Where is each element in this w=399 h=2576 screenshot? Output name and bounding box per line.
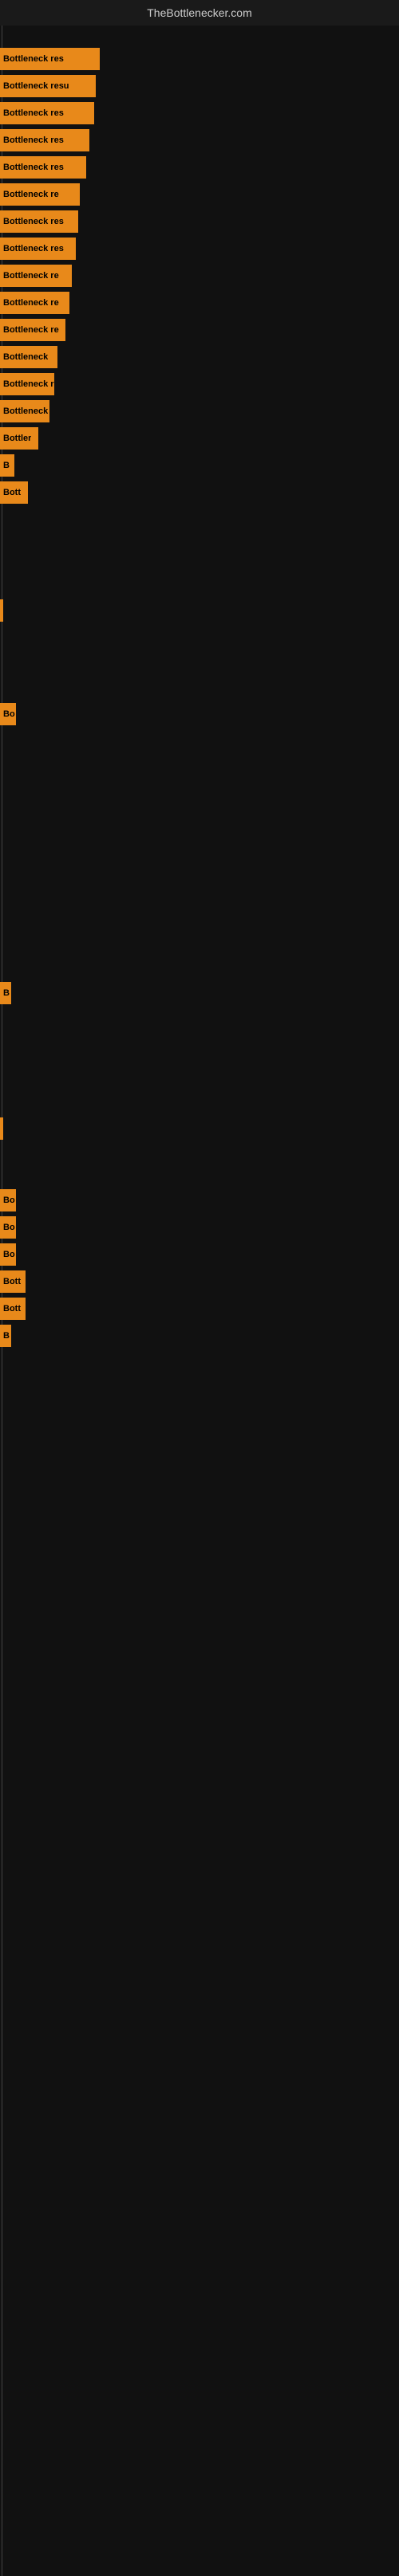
bar-item: Bottleneck res: [0, 102, 94, 124]
bar-item: B: [0, 982, 11, 1004]
bar-item: |: [0, 599, 3, 622]
bar-label: Bottleneck resu: [3, 81, 69, 91]
bar-item: Bo: [0, 703, 16, 725]
bar-item: Bo: [0, 1189, 16, 1211]
bar-item: B: [0, 1325, 11, 1347]
bar-label: Bo: [3, 709, 15, 719]
bar-label: Bottleneck res: [3, 217, 64, 226]
bar-item: Bottleneck re: [0, 183, 80, 206]
bar-label: Bottleneck: [3, 406, 48, 416]
bar-label: Bottleneck res: [3, 244, 64, 253]
chart-area: Bottleneck res Bottleneck resu Bottleneck …: [0, 26, 399, 2576]
bar-label: Bottleneck res: [3, 163, 64, 172]
bar-item: B: [0, 454, 14, 477]
bar-label: Bottleneck re: [3, 298, 59, 308]
bar-item: Bottleneck: [0, 346, 57, 368]
bar-item: Bottleneck re: [0, 265, 72, 287]
bar-item: Bo: [0, 1243, 16, 1266]
bar-label: Bottleneck re: [3, 271, 59, 281]
bar-label: Bottleneck r: [3, 379, 54, 389]
bar-item: Bottleneck r: [0, 373, 54, 395]
bar-item: Bottleneck: [0, 400, 49, 422]
bar-item: Bottleneck res: [0, 156, 86, 179]
bar-label: Bo: [3, 1250, 15, 1259]
bar-item: Bo: [0, 1216, 16, 1239]
bar-item: Bottleneck resu: [0, 75, 96, 97]
bar-item: |: [0, 1117, 3, 1140]
bar-item: Bott: [0, 1298, 26, 1320]
bar-label: Bottleneck re: [3, 190, 59, 199]
bar-label: Bottleneck re: [3, 325, 59, 335]
bar-item: Bottleneck re: [0, 292, 69, 314]
bar-label: Bott: [3, 1277, 21, 1286]
bar-label: B: [3, 988, 10, 998]
bar-label: Bottler: [3, 434, 31, 443]
bar-label: Bottleneck res: [3, 135, 64, 145]
bar-item: Bott: [0, 1270, 26, 1293]
bar-label: B: [3, 1331, 10, 1341]
bar-label: Bottleneck: [3, 352, 48, 362]
bar-item: Bottler: [0, 427, 38, 450]
bar-item: Bottleneck res: [0, 210, 78, 233]
bar-label: Bottleneck res: [3, 54, 64, 64]
bar-item: Bottleneck re: [0, 319, 65, 341]
bar-label: B: [3, 461, 10, 470]
page-title: TheBottlenecker.com: [0, 0, 399, 26]
bar-label: Bott: [3, 1304, 21, 1314]
bar-item: Bottleneck res: [0, 129, 89, 151]
bar-label: Bott: [3, 488, 21, 497]
bar-item: Bottleneck res: [0, 238, 76, 260]
bar-item: Bottleneck res: [0, 48, 100, 70]
bar-label: Bo: [3, 1196, 15, 1205]
bar-item: Bott: [0, 481, 28, 504]
bar-label: Bo: [3, 1223, 15, 1232]
bar-label: Bottleneck res: [3, 108, 64, 118]
